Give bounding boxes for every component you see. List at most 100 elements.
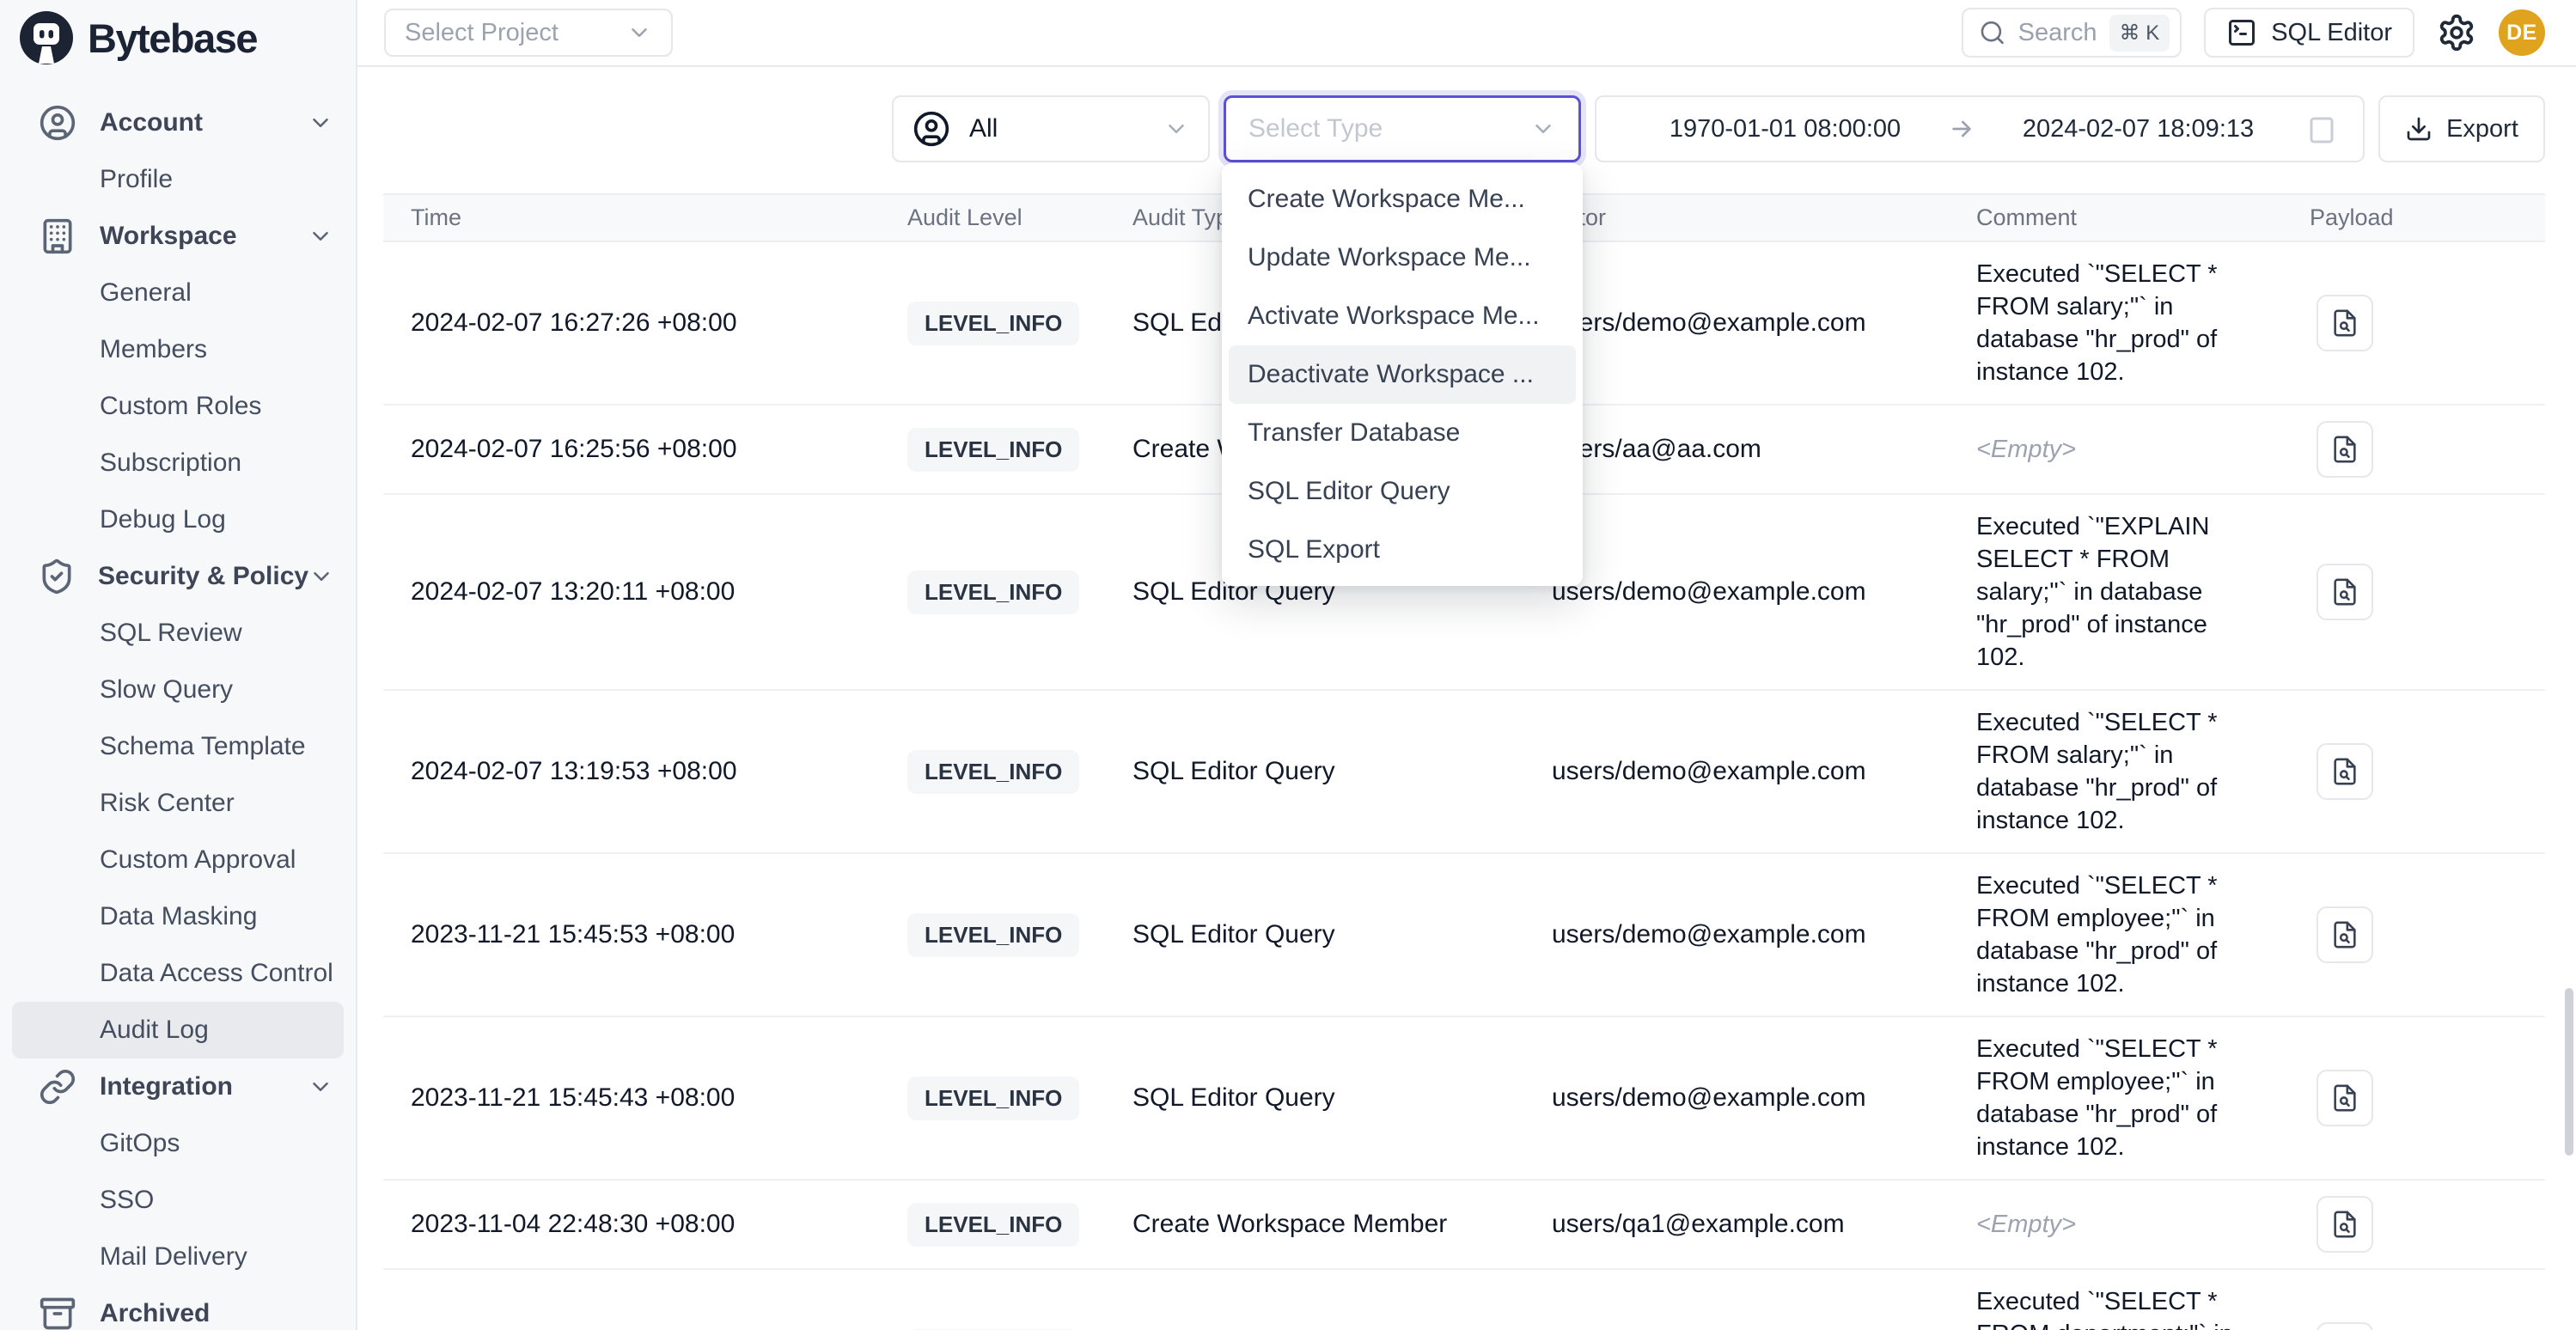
building-icon [38,217,77,256]
chevron-down-icon [308,1074,333,1100]
sidebar-item-sso[interactable]: SSO [0,1172,356,1229]
avatar[interactable]: DE [2499,9,2545,56]
sidebar-item-custom-approval[interactable]: Custom Approval [0,832,356,888]
cell-actor: users/demo@example.com [1552,920,1976,949]
cell-comment: Executed `"SELECT * FROM salary;"` in da… [1976,242,2310,404]
sidebar-item-custom-roles[interactable]: Custom Roles [0,378,356,435]
cell-audit-type: Create Workspace Member [1132,1210,1552,1239]
sidebar: Bytebase Account Profile Workspace Gener… [0,0,357,1330]
column-header-payload: Payload [2310,204,2545,231]
column-header-actor: Actor [1552,204,1976,231]
cell-audit-type: SQL Editor Query [1132,1083,1552,1113]
table-row: 2023-11-04 22:48:30 +08:00 LEVEL_INFO Cr… [383,1181,2545,1270]
view-payload-button[interactable] [2317,564,2373,620]
sql-editor-button[interactable]: SQL Editor [2204,8,2414,58]
chevron-down-icon [626,20,652,46]
menu-option-sql-export[interactable]: SQL Export [1229,521,1576,579]
date-range-filter[interactable]: 1970-01-01 08:00:00 2024-02-07 18:09:13 [1595,95,2365,162]
menu-option-create-workspace-member[interactable]: Create Workspace Me... [1229,170,1576,229]
file-search-icon [2330,1210,2359,1239]
project-select[interactable]: Select Project [384,9,673,57]
menu-option-transfer-database[interactable]: Transfer Database [1229,404,1576,462]
user-circle-icon [913,110,950,148]
audit-level-badge: LEVEL_INFO [907,913,1079,957]
sidebar-item-schema-template[interactable]: Schema Template [0,718,356,775]
archive-icon [38,1294,77,1330]
view-payload-button[interactable] [2317,421,2373,478]
cell-actor: users/qa1@example.com [1552,1210,1976,1239]
cell-comment: <Empty> [1976,418,2310,481]
sidebar-item-subscription[interactable]: Subscription [0,435,356,491]
file-search-icon [2330,920,2359,949]
sidebar-item-workspace[interactable]: Workspace [0,208,356,265]
sidebar-item-account[interactable]: Account [0,95,356,151]
file-search-icon [2330,577,2359,607]
date-to-value[interactable]: 2024-02-07 18:09:13 [1975,115,2301,143]
sidebar-item-risk-center[interactable]: Risk Center [0,775,356,832]
search-shortcut-badge: ⌘ K [2109,15,2170,52]
download-icon [2405,115,2433,143]
sidebar-item-debug-log[interactable]: Debug Log [0,491,356,548]
cell-audit-type: SQL Editor Query [1132,920,1552,949]
topbar: Select Project Search ⌘ K SQL Editor DE [357,0,2576,67]
view-payload-button[interactable] [2317,1196,2373,1253]
actor-filter[interactable]: All [892,95,1210,162]
column-header-time: Time [383,204,907,231]
cell-time: 2024-02-07 16:27:26 +08:00 [383,308,907,338]
sidebar-item-slow-query[interactable]: Slow Query [0,662,356,718]
search-button[interactable]: Search ⌘ K [1962,8,2182,58]
menu-option-sql-editor-query[interactable]: SQL Editor Query [1229,462,1576,521]
sidebar-item-security-policy[interactable]: Security & Policy [0,548,356,605]
export-button[interactable]: Export [2378,95,2545,162]
sidebar-item-integration[interactable]: Integration [0,1059,356,1115]
sidebar-item-general[interactable]: General [0,265,356,321]
menu-option-deactivate-workspace-member[interactable]: Deactivate Workspace ... [1229,345,1576,404]
view-payload-button[interactable] [2317,743,2373,800]
sidebar-item-data-access-control[interactable]: Data Access Control [0,945,356,1002]
audit-level-badge: LEVEL_INFO [907,302,1079,345]
menu-option-update-workspace-member[interactable]: Update Workspace Me... [1229,229,1576,287]
shield-check-icon [38,557,76,596]
cell-comment: <Empty> [1976,1193,2310,1256]
app-root: Bytebase Account Profile Workspace Gener… [0,0,2576,1330]
sidebar-item-sql-review[interactable]: SQL Review [0,605,356,662]
arrow-right-icon [1948,115,1975,143]
brand-logo[interactable]: Bytebase [0,0,356,65]
cell-comment: Executed `"EXPLAIN SELECT * FROM salary;… [1976,495,2310,689]
date-from-value[interactable]: 1970-01-01 08:00:00 [1622,115,1948,143]
actor-filter-value: All [969,114,998,143]
sidebar-item-profile[interactable]: Profile [0,151,356,208]
view-payload-button[interactable] [2317,295,2373,351]
chevron-down-icon [1530,116,1556,142]
calendar-icon [2306,113,2337,144]
cell-time: 2024-02-07 13:19:53 +08:00 [383,757,907,786]
sidebar-item-mail-delivery[interactable]: Mail Delivery [0,1229,356,1285]
cell-actor: users/demo@example.com [1552,577,1976,607]
settings-button[interactable] [2437,13,2476,52]
cell-comment: Executed `"SELECT * FROM employee;"` in … [1976,854,2310,1016]
cell-time: 2023-11-21 15:45:53 +08:00 [383,920,907,949]
view-payload-button[interactable] [2317,1322,2373,1330]
scrollbar-thumb[interactable] [2565,988,2573,1156]
terminal-icon [2226,17,2257,48]
sidebar-item-gitops[interactable]: GitOps [0,1115,356,1172]
sidebar-item-archived[interactable]: Archived [0,1285,356,1330]
cell-comment: Executed `"SELECT * FROM department;"` i… [1976,1270,2310,1330]
topbar-right: Search ⌘ K SQL Editor DE [1962,8,2545,58]
view-payload-button[interactable] [2317,1070,2373,1126]
chevron-down-icon [308,110,333,136]
type-filter[interactable]: Select Type [1224,95,1581,162]
sidebar-item-members[interactable]: Members [0,321,356,378]
cell-comment: Executed `"SELECT * FROM salary;"` in da… [1976,691,2310,852]
cell-time: 2023-11-04 22:48:30 +08:00 [383,1210,907,1239]
sidebar-item-audit-log[interactable]: Audit Log [12,1002,344,1059]
sidebar-item-data-masking[interactable]: Data Masking [0,888,356,945]
cell-audit-type: SQL Editor Query [1132,757,1552,786]
view-payload-button[interactable] [2317,906,2373,963]
column-header-comment: Comment [1976,204,2310,231]
cell-actor: users/demo@example.com [1552,308,1976,338]
menu-option-activate-workspace-member[interactable]: Activate Workspace Me... [1229,287,1576,345]
audit-level-badge: LEVEL_INFO [907,750,1079,794]
chevron-down-icon [1163,116,1189,142]
file-search-icon [2330,435,2359,464]
